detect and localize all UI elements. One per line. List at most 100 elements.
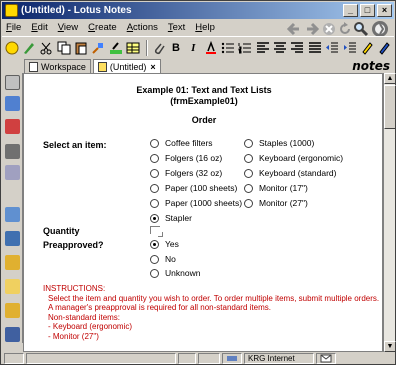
menu-file[interactable]: File xyxy=(6,22,21,33)
menu-create[interactable]: Create xyxy=(88,22,117,33)
bookmark-help-icon[interactable] xyxy=(5,327,20,342)
location-selector[interactable]: KRG Internet xyxy=(244,352,314,364)
radio-button[interactable] xyxy=(244,168,253,178)
item-radio-coffee-filters[interactable]: Coffee filters xyxy=(150,138,213,148)
scroll-down-arrow-icon[interactable]: ▼ xyxy=(384,341,396,352)
menu-text[interactable]: Text xyxy=(168,22,185,33)
menu-edit[interactable]: Edit xyxy=(31,22,47,33)
radio-button[interactable] xyxy=(150,198,159,208)
outdent-icon[interactable] xyxy=(324,40,339,56)
smarticon-yellow-icon[interactable] xyxy=(4,40,19,56)
italic-button[interactable]: I xyxy=(186,40,201,56)
lotus-notes-window: (Untitled) - Lotus Notes _ □ × File Edit… xyxy=(0,0,396,365)
maximize-button[interactable]: □ xyxy=(360,4,375,17)
bookmark-todo-icon[interactable] xyxy=(5,119,20,134)
status-font-cell[interactable] xyxy=(178,352,196,364)
radio-button[interactable] xyxy=(150,153,159,163)
status-size-cell[interactable] xyxy=(198,352,220,364)
item-radio-keyboard-ergonomic[interactable]: Keyboard (ergonomic) xyxy=(244,153,343,163)
align-left-icon[interactable] xyxy=(255,40,270,56)
status-text-cell[interactable] xyxy=(26,352,176,364)
text-color-icon[interactable] xyxy=(203,40,218,56)
bookmark-bar xyxy=(2,73,23,343)
highlight-marker-icon[interactable] xyxy=(359,40,374,56)
item-radio-folgers-16[interactable]: Folgers (16 oz) xyxy=(150,153,222,163)
preapproved-radio-no[interactable]: No xyxy=(150,254,176,264)
radio-button[interactable] xyxy=(244,183,253,193)
window-title: (Untitled) - Lotus Notes xyxy=(21,5,132,16)
bookmark-address-book-icon[interactable] xyxy=(5,144,20,159)
document-icon xyxy=(97,61,107,72)
status-message-cell[interactable] xyxy=(4,352,24,364)
preapproved-radio-unknown[interactable]: Unknown xyxy=(150,268,200,278)
back-arrow-icon[interactable] xyxy=(285,21,303,37)
item-radio-folgers-32[interactable]: Folgers (32 oz) xyxy=(150,168,222,178)
align-full-icon[interactable] xyxy=(307,40,322,56)
bookmark-mail-icon[interactable] xyxy=(5,75,20,90)
bookmark-internet-icon[interactable] xyxy=(5,279,20,294)
align-right-icon[interactable] xyxy=(290,40,305,56)
radio-button-selected[interactable] xyxy=(150,239,159,249)
edit-pen-icon[interactable] xyxy=(21,40,36,56)
scroll-up-arrow-icon[interactable]: ▲ xyxy=(384,73,396,84)
item-radio-paper-100[interactable]: Paper (100 sheets) xyxy=(150,183,237,193)
close-button[interactable]: × xyxy=(377,4,392,17)
bold-button[interactable]: B xyxy=(168,40,183,56)
indent-icon[interactable] xyxy=(342,40,357,56)
bookmark-calendar-icon[interactable] xyxy=(5,96,20,111)
menu-actions[interactable]: Actions xyxy=(127,22,158,33)
bookmark-history-icon[interactable] xyxy=(5,303,20,318)
status-mail-cell[interactable] xyxy=(316,352,336,364)
numbered-list-icon[interactable] xyxy=(238,40,253,56)
item-radio-monitor-17[interactable]: Monitor (17") xyxy=(244,183,308,193)
title-bar[interactable]: (Untitled) - Lotus Notes _ □ × xyxy=(2,2,394,19)
radio-label: Monitor (17") xyxy=(259,183,308,193)
bookmark-replicator-icon[interactable] xyxy=(5,165,20,180)
bookmark-favorites-icon[interactable] xyxy=(5,207,20,222)
menu-view[interactable]: View xyxy=(58,22,78,33)
radio-button[interactable] xyxy=(244,153,253,163)
stop-icon[interactable] xyxy=(321,21,337,37)
quantity-input[interactable] xyxy=(150,226,163,237)
radio-button[interactable] xyxy=(150,168,159,178)
refresh-icon[interactable] xyxy=(337,21,353,37)
radio-button[interactable] xyxy=(150,183,159,193)
radio-button[interactable] xyxy=(150,254,159,264)
minimize-button[interactable]: _ xyxy=(343,4,358,17)
item-radio-paper-1000[interactable]: Paper (1000 sheets) xyxy=(150,198,242,208)
radio-button[interactable] xyxy=(244,138,253,148)
permanent-pen-icon[interactable] xyxy=(377,40,392,56)
bullet-list-icon[interactable] xyxy=(220,40,235,56)
tab-workspace[interactable]: Workspace xyxy=(24,59,91,73)
bookmark-more-icon[interactable] xyxy=(5,255,20,270)
item-radio-monitor-27[interactable]: Monitor (27") xyxy=(244,198,308,208)
item-radio-stapler[interactable]: Stapler xyxy=(150,213,192,223)
lotus-notes-app-icon[interactable] xyxy=(5,4,18,17)
vertical-scrollbar[interactable]: ▲ ▼ xyxy=(383,73,396,352)
item-radio-staples-1000[interactable]: Staples (1000) xyxy=(244,138,314,148)
radio-button[interactable] xyxy=(150,268,159,278)
cut-icon[interactable] xyxy=(39,40,54,56)
form-title: Example 01: Text and Text Lists xyxy=(136,85,272,95)
radio-button[interactable] xyxy=(150,138,159,148)
forward-arrow-icon[interactable] xyxy=(303,21,321,37)
attachment-icon[interactable] xyxy=(151,40,166,56)
bookmark-databases-icon[interactable] xyxy=(5,231,20,246)
table-icon[interactable] xyxy=(126,40,141,56)
radio-button-selected[interactable] xyxy=(150,213,159,223)
menu-help[interactable]: Help xyxy=(195,22,215,33)
copy-icon[interactable] xyxy=(56,40,71,56)
item-radio-keyboard-standard[interactable]: Keyboard (standard) xyxy=(244,168,337,178)
tab-close-icon[interactable]: × xyxy=(150,62,155,72)
align-center-icon[interactable] xyxy=(272,40,287,56)
paint-brush-icon[interactable] xyxy=(91,40,106,56)
status-access-cell[interactable] xyxy=(222,352,242,364)
tab-untitled[interactable]: (Untitled) × xyxy=(92,59,161,73)
preapproved-radio-yes[interactable]: Yes xyxy=(150,239,179,249)
highlighter-icon[interactable] xyxy=(108,40,123,56)
search-icon[interactable] xyxy=(353,21,369,37)
paste-icon[interactable] xyxy=(73,40,88,56)
radio-label: Yes xyxy=(165,239,179,249)
scroll-thumb[interactable] xyxy=(384,85,396,129)
radio-button[interactable] xyxy=(244,198,253,208)
